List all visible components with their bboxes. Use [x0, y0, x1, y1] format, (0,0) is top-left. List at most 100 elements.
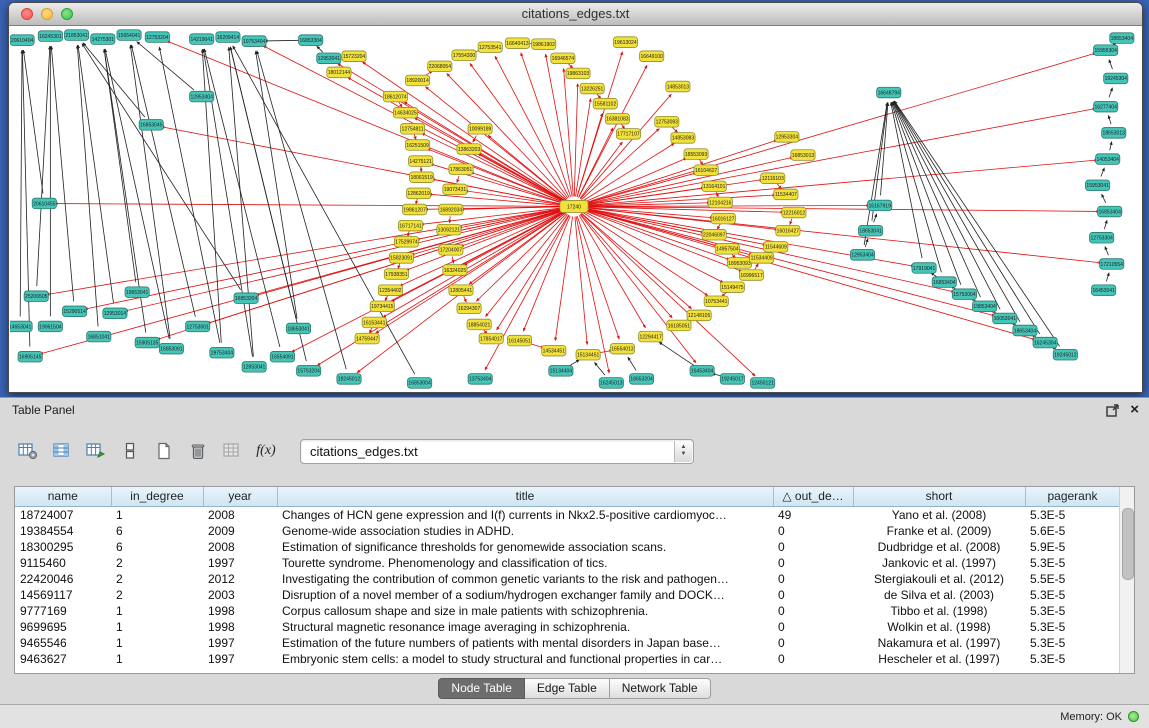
graph-node[interactable]: 15753004 [952, 289, 976, 300]
graph-node[interactable]: 17210554 [1100, 259, 1124, 270]
table-row[interactable]: 977716911998Corpus callosum shape and si… [15, 603, 1120, 619]
graph-node[interactable]: 19245017 [720, 374, 744, 385]
graph-node[interactable]: 16853204 [234, 293, 258, 304]
graph-node[interactable]: 18012144 [327, 67, 351, 78]
graph-node[interactable]: 14957504 [715, 244, 739, 255]
graph-node[interactable]: 13863203 [457, 144, 481, 155]
graph-node[interactable]: 12753001 [186, 321, 210, 332]
graph-node[interactable]: 15955304 [1094, 45, 1118, 56]
table-row[interactable]: 1872400712008Changes of HCN gene express… [15, 506, 1120, 523]
graph-node[interactable]: 17554300 [452, 50, 476, 61]
rows-icon[interactable] [116, 437, 144, 465]
graph-node[interactable]: 10753441 [704, 296, 728, 307]
table-row[interactable]: 1456911722003Disruption of a novel membe… [15, 587, 1120, 603]
tab-node-table[interactable]: Node Table [438, 678, 525, 699]
graph-node[interactable]: 20610404 [10, 35, 34, 46]
graph-node[interactable]: 16853013 [791, 150, 815, 161]
graph-node[interactable]: 16277404 [1094, 101, 1118, 112]
graph-node[interactable]: 17938351 [384, 269, 408, 280]
graph-node[interactable]: 16853091 [159, 343, 183, 354]
table-row[interactable]: 1830029562008Estimation of significance … [15, 539, 1120, 555]
graph-node[interactable]: 13753404 [468, 374, 492, 385]
vertical-scrollbar[interactable] [1119, 487, 1134, 673]
graph-node[interactable]: 18653041 [859, 225, 883, 236]
graph-node[interactable]: 12753204 [145, 32, 169, 43]
graph-node[interactable]: 16853404 [932, 277, 956, 288]
graph-node[interactable]: 16717141 [398, 220, 422, 231]
graph-node[interactable]: 16853304 [299, 35, 323, 46]
trash-icon[interactable] [184, 437, 212, 465]
graph-node[interactable]: 18553093 [684, 149, 708, 160]
column-header-5[interactable]: short [853, 487, 1025, 506]
graph-node[interactable]: 13092121 [437, 224, 461, 235]
graph-node[interactable]: 14759447 [355, 333, 379, 344]
graph-node[interactable]: 15953041 [1086, 180, 1110, 191]
tab-network-table[interactable]: Network Table [610, 678, 711, 699]
graph-node[interactable]: 16145051 [507, 335, 531, 346]
graph-node[interactable]: 17854017 [479, 333, 503, 344]
graph-node[interactable]: 17717107 [616, 129, 640, 140]
graph-node[interactable]: 13164101 [702, 181, 726, 192]
window-titlebar[interactable]: citations_edges.txt [9, 3, 1142, 26]
graph-node[interactable]: 15723204 [342, 51, 366, 62]
float-panel-icon[interactable] [1106, 404, 1120, 417]
graph-node[interactable]: 15905135 [135, 337, 159, 348]
graph-node[interactable]: 12753541 [478, 42, 502, 53]
graph-node[interactable]: 16453041 [1092, 285, 1116, 296]
new-file-icon[interactable] [150, 437, 178, 465]
graph-node[interactable]: 12953404 [850, 250, 874, 261]
graph-node[interactable]: 20610455 [32, 198, 56, 209]
column-header-0[interactable]: name [15, 487, 111, 506]
graph-node[interactable]: 15134404 [549, 366, 573, 377]
column-header-6[interactable]: pagerank [1025, 487, 1120, 506]
graph-node[interactable]: 19861902 [532, 39, 556, 50]
table-row[interactable]: 946362711997Embryonic stem cells: a mode… [15, 651, 1120, 667]
graph-node[interactable]: 12754811 [400, 124, 424, 135]
graph-node[interactable]: 16648794 [877, 87, 901, 98]
graph-node[interactable]: 16946574 [551, 53, 575, 64]
graph-node[interactable]: 16649100 [640, 51, 664, 62]
graph-node[interactable]: 16554013 [610, 343, 634, 354]
graph-node[interactable]: 19753404 [210, 347, 234, 358]
graph-node[interactable]: 17919041 [912, 263, 936, 274]
graph-node[interactable]: 11534409 [750, 253, 774, 264]
graph-node[interactable]: 16324025 [443, 265, 467, 276]
graph-node[interactable]: 11544609 [764, 242, 788, 253]
graph-node[interactable]: 16996517 [739, 270, 763, 281]
graph-node[interactable]: 16245304 [1033, 337, 1057, 348]
graph-node[interactable]: 15290514 [62, 306, 86, 317]
table-row[interactable]: 946554611997Estimation of the future num… [15, 635, 1120, 651]
graph-node[interactable]: 12216012 [782, 207, 806, 218]
graph-node[interactable]: 16016127 [711, 213, 735, 224]
function-icon[interactable]: f(x) [252, 437, 280, 465]
tab-edge-table[interactable]: Edge Table [525, 678, 610, 699]
graph-node[interactable]: 17204007 [439, 245, 463, 256]
graph-node[interactable]: 18061519 [410, 172, 434, 183]
graph-node[interactable]: 12354402 [378, 285, 402, 296]
graph-node[interactable]: 10753404 [242, 36, 266, 47]
graph-node[interactable]: 25206505 [24, 291, 48, 302]
graph-node[interactable]: 12953404 [190, 91, 214, 102]
graph-node[interactable]: 14053404 [1096, 154, 1120, 165]
graph-node[interactable]: 16053041 [993, 313, 1017, 324]
graph-node[interactable]: 19061504 [38, 321, 62, 332]
graph-node[interactable]: 12116103 [761, 173, 785, 184]
graph-node[interactable]: 16016427 [776, 225, 800, 236]
column-header-1[interactable]: in_degree [111, 487, 203, 506]
network-view-canvas[interactable]: 1724018612074146340251275481116251509142… [10, 26, 1141, 391]
table-selector-combo[interactable]: citations_edges.txt ▲ ▼ [300, 439, 694, 464]
table-columns-icon[interactable] [48, 437, 76, 465]
graph-node[interactable]: 17529974 [394, 236, 418, 247]
graph-node[interactable]: 18653013 [1102, 128, 1126, 139]
graph-node[interactable]: 12450121 [751, 378, 775, 389]
graph-node[interactable]: 14853083 [671, 133, 695, 144]
graph-node[interactable]: 22068054 [428, 61, 452, 72]
graph-node[interactable]: 16554091 [270, 351, 294, 362]
graph-node[interactable]: 12294417 [639, 331, 663, 342]
graph-node[interactable]: 16167919 [868, 200, 892, 211]
graph-node[interactable]: 17240 [560, 200, 588, 212]
table-row[interactable]: 911546021997Tourette syndrome. Phenomeno… [15, 555, 1120, 571]
table-row[interactable]: 969969511998Structural magnetic resonanc… [15, 619, 1120, 635]
graph-node[interactable]: 14653041 [10, 321, 32, 332]
graph-node[interactable]: 16245301 [38, 31, 62, 42]
